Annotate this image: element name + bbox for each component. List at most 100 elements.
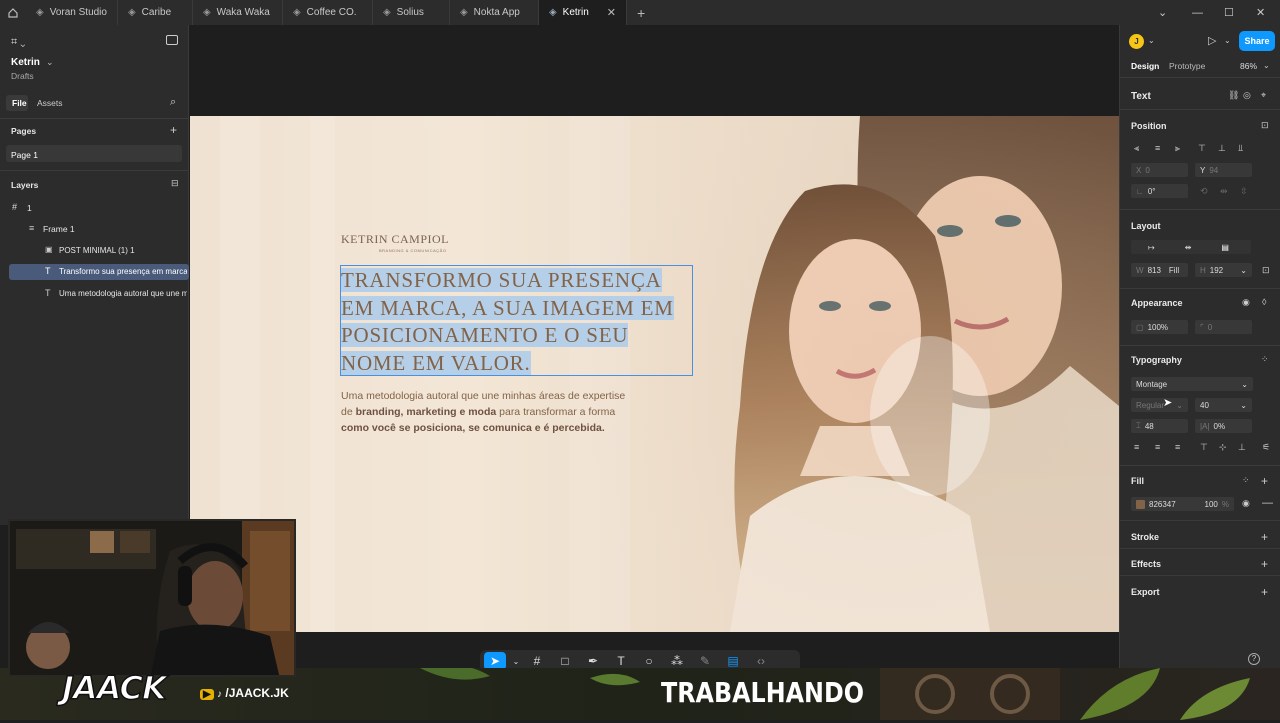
hug-icon[interactable]: ⇹ xyxy=(1185,243,1192,252)
close-window-icon[interactable]: ✕ xyxy=(1256,0,1265,25)
add-effect-icon[interactable]: + xyxy=(1261,557,1268,571)
styles-icon[interactable]: ⁘ xyxy=(1242,475,1250,486)
layer-item[interactable]: 1 xyxy=(27,203,32,213)
radius-field[interactable]: ⌜ 0 xyxy=(1195,320,1252,334)
font-family-select[interactable]: Montage ⌄ xyxy=(1131,377,1253,391)
link-icon[interactable]: ⛓ xyxy=(1228,90,1239,101)
add-tab-icon[interactable]: + xyxy=(627,5,655,21)
y-field[interactable]: Y 94 xyxy=(1195,163,1252,177)
streamer-logo: JAACK xyxy=(61,668,167,708)
tab-waka-waka[interactable]: ◈ Waka Waka xyxy=(193,0,283,25)
line-height-field[interactable]: ⌶ 48 xyxy=(1131,419,1188,433)
tab-solius[interactable]: ◈ Solius xyxy=(373,0,450,25)
tab-coffee-co[interactable]: ◈ Coffee CO. xyxy=(283,0,373,25)
tab-nokta-app[interactable]: ◈ Nokta App xyxy=(450,0,539,25)
home-icon[interactable] xyxy=(0,0,26,25)
zoom-level[interactable]: 86% xyxy=(1240,61,1257,71)
fill-icon[interactable]: ▤ xyxy=(1221,243,1229,252)
align-right-icon[interactable]: ⫸ xyxy=(1175,143,1180,154)
text-settings-icon[interactable]: ⚟ xyxy=(1262,442,1270,453)
fill-color-field[interactable]: 826347 100 % xyxy=(1131,497,1234,511)
clip-content-icon[interactable]: ⊡ xyxy=(1262,265,1270,276)
file-icon: ◈ xyxy=(202,7,211,18)
text-align-center-icon[interactable]: ≡ xyxy=(1155,442,1160,452)
text-align-bottom-icon[interactable]: ⊥ xyxy=(1238,442,1246,453)
chevron-down-icon[interactable]: ⌄ xyxy=(1263,61,1270,70)
close-icon[interactable]: ✕ xyxy=(607,6,616,19)
font-weight-select[interactable]: Regular ⌄ xyxy=(1131,398,1188,412)
chevron-down-icon[interactable]: ⌄ xyxy=(1158,0,1167,25)
width-field[interactable]: W 813 Fill xyxy=(1131,263,1188,277)
tab-voran-studio[interactable]: ◈ Voran Studio xyxy=(26,0,118,25)
remove-fill-icon[interactable]: — xyxy=(1262,497,1273,509)
artboard[interactable]: KETRIN CAMPIOL BRANDING & COMUNICAÇÃO TR… xyxy=(190,116,1119,632)
avatar[interactable]: J xyxy=(1129,34,1144,49)
component-icon[interactable]: ◎ xyxy=(1243,90,1251,101)
eye-icon[interactable]: ◉ xyxy=(1242,297,1250,308)
tab-design[interactable]: Design xyxy=(1131,61,1159,71)
chevron-down-icon[interactable]: ⌄ xyxy=(1224,36,1231,45)
layer-item-selected[interactable]: Transformo sua presença em marca, xyxy=(59,267,187,276)
eye-icon[interactable]: ◉ xyxy=(1242,498,1250,509)
chevron-down-icon[interactable]: ⌄ xyxy=(1148,36,1155,45)
add-page-icon[interactable]: + xyxy=(170,123,177,137)
align-bottom-icon[interactable]: ⫫ xyxy=(1238,143,1243,154)
text-align-middle-icon[interactable]: ⊹ xyxy=(1219,442,1227,453)
rotation-field[interactable]: ∟ 0° xyxy=(1131,184,1188,198)
align-middle-icon[interactable]: ⊥ xyxy=(1218,143,1226,154)
add-fill-icon[interactable]: + xyxy=(1261,474,1268,488)
tab-prototype[interactable]: Prototype xyxy=(1169,61,1205,71)
file-icon: ◈ xyxy=(382,7,391,18)
constraints-icon[interactable]: ⊡ xyxy=(1261,120,1269,131)
minimize-icon[interactable]: — xyxy=(1192,0,1203,25)
help-icon[interactable]: ? xyxy=(1248,653,1260,665)
chevron-down-icon[interactable]: ⌄ xyxy=(46,57,54,68)
add-export-icon[interactable]: + xyxy=(1261,585,1268,599)
height-field[interactable]: H 192 ⌄ xyxy=(1195,263,1252,277)
text-styles-icon[interactable]: ⁘ xyxy=(1261,354,1269,365)
maximize-icon[interactable]: ☐ xyxy=(1224,0,1234,25)
canvas[interactable]: KETRIN CAMPIOL BRANDING & COMUNICAÇÃO TR… xyxy=(190,25,1119,668)
play-icon[interactable]: ▷ xyxy=(1208,34,1216,47)
text-align-right-icon[interactable]: ≡ xyxy=(1175,442,1180,452)
color-swatch[interactable] xyxy=(1136,499,1145,509)
fixed-width-icon[interactable]: ↦ xyxy=(1148,243,1155,252)
share-button[interactable]: Share xyxy=(1239,31,1275,51)
layer-item[interactable]: Frame 1 xyxy=(43,224,75,234)
sidebar-toggle-icon[interactable] xyxy=(166,35,178,45)
blend-icon[interactable]: ◊ xyxy=(1262,297,1266,307)
layer-item[interactable]: POST MINIMAL (1) 1 xyxy=(59,246,135,255)
letter-spacing-value: 0% xyxy=(1213,421,1226,431)
divider xyxy=(1120,465,1280,466)
text-align-left-icon[interactable]: ≡ xyxy=(1134,442,1139,452)
flip-h-icon[interactable]: ⇹ xyxy=(1220,186,1228,197)
opacity-field[interactable]: ▢ 100% xyxy=(1131,320,1188,334)
divider xyxy=(1120,575,1280,576)
flip-icon[interactable]: ⟲ xyxy=(1200,186,1208,197)
file-name[interactable]: Ketrin xyxy=(11,57,40,68)
align-center-h-icon[interactable]: ≡ xyxy=(1155,143,1160,153)
tab-ketrin[interactable]: ◈ Ketrin ✕ xyxy=(538,0,628,25)
figma-menu-icon[interactable]: ⌗ ⌄ xyxy=(11,36,25,49)
x-label: X xyxy=(1136,165,1142,175)
chevron-down-icon: ⌄ xyxy=(1176,400,1183,410)
file-tab[interactable]: File xyxy=(12,98,27,108)
target-icon[interactable]: ⌖ xyxy=(1261,90,1266,101)
brand-logo[interactable]: KETRIN CAMPIOL xyxy=(341,232,449,247)
tab-caribe[interactable]: ◈ Caribe xyxy=(118,0,193,25)
x-field[interactable]: X0 xyxy=(1131,163,1188,177)
headline-text[interactable]: TRANSFORMO SUA PRESENÇA EM MARCA, A SUA … xyxy=(341,267,691,377)
text-align-top-icon[interactable]: ⊤ xyxy=(1200,442,1208,453)
body-text[interactable]: Uma metodologia autoral que une minhas á… xyxy=(341,388,681,436)
layer-item[interactable]: Uma metodologia autoral que une mi xyxy=(59,289,187,298)
layers-collapse-icon[interactable]: ⊟ xyxy=(171,178,179,189)
search-icon[interactable]: ⌕ xyxy=(170,96,176,109)
align-left-icon[interactable]: ⫷ xyxy=(1134,143,1139,154)
flip-v-icon[interactable]: ⇳ xyxy=(1240,186,1248,197)
add-stroke-icon[interactable]: + xyxy=(1261,530,1268,544)
font-size-field[interactable]: 40 ⌄ xyxy=(1195,398,1252,412)
align-top-icon[interactable]: ⊤ xyxy=(1198,143,1206,154)
letter-spacing-field[interactable]: |A| 0% xyxy=(1195,419,1252,433)
assets-tab[interactable]: Assets xyxy=(37,98,63,108)
page-item[interactable]: Page 1 xyxy=(11,150,38,160)
